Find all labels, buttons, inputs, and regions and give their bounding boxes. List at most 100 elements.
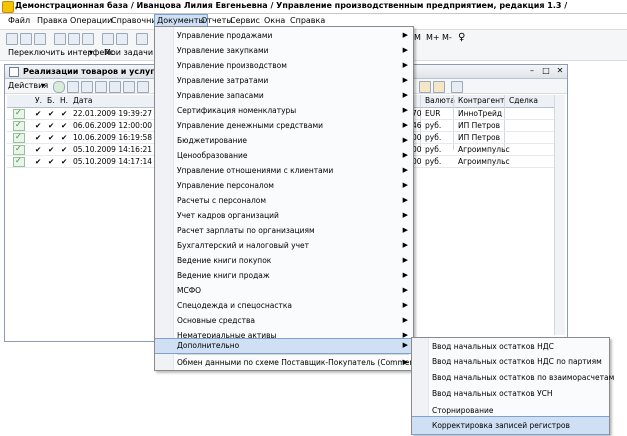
check-icon: ✔ [61, 133, 68, 142]
menu-item-commerceml[interactable]: Обмен данными по схеме Поставщик-Покупат… [155, 356, 435, 370]
menu-item-additional[interactable]: Дополнительно ▶ [155, 338, 413, 354]
mem-plus-button[interactable]: M+ [426, 33, 440, 42]
filter-icon[interactable] [137, 81, 149, 93]
submenu-item-register-correction[interactable]: Корректировка записей регистров [412, 416, 609, 435]
check-icon: ✔ [61, 157, 68, 166]
menu-help[interactable]: Справка [290, 16, 325, 25]
submenu-item-usn[interactable]: Ввод начальных остатков УСН [412, 385, 609, 402]
posted-icon [13, 132, 25, 143]
menu-operations[interactable]: Операции [70, 16, 112, 25]
delete-icon[interactable] [95, 81, 107, 93]
row-date: 05.10.2009 14:16:21 [73, 145, 153, 154]
submenu-item-settlements[interactable]: Ввод начальных остатков по взаиморасчета… [412, 369, 614, 386]
menu-item-cash[interactable]: Управление денежными средствами ▶ [155, 119, 413, 133]
mem-minus-button[interactable]: M- [442, 33, 452, 42]
tips-icon[interactable]: ♀ [458, 32, 465, 43]
switch-interface-button[interactable]: Переключить интерфейс [8, 48, 114, 57]
check-icon: ✔ [48, 145, 55, 154]
add-icon[interactable] [53, 81, 65, 93]
switch-interface-chevron-icon[interactable]: ▾ [89, 48, 93, 57]
menu-item-hr[interactable]: Управление персоналом ▶ [155, 179, 413, 193]
menu-item-label: Расчеты с персоналом [177, 196, 267, 205]
col-date[interactable]: Дата [73, 96, 92, 105]
check-icon: ✔ [48, 157, 55, 166]
copy-icon[interactable] [68, 33, 80, 45]
menu-item-label: Учет кадров организаций [177, 211, 279, 220]
col-posted[interactable]: У. [35, 96, 42, 105]
menu-item-crm[interactable]: Управление отношениями с клиентами ▶ [155, 164, 413, 178]
menu-item-label: МСФО [177, 286, 202, 295]
menu-file[interactable]: Файл [8, 16, 30, 25]
mem-button[interactable]: M [414, 33, 421, 42]
menu-item-sales[interactable]: Управление продажами ▶ [155, 29, 413, 43]
print-icon[interactable] [102, 33, 114, 45]
col-accounting[interactable]: Б. [47, 96, 55, 105]
link-icon[interactable] [123, 81, 135, 93]
close-icon[interactable]: ✕ [555, 66, 565, 76]
paste-icon[interactable] [82, 33, 94, 45]
preview-icon[interactable] [116, 33, 128, 45]
submenu-arrow-icon: ▶ [402, 91, 408, 99]
submenu-arrow-icon: ▶ [402, 76, 408, 84]
check-icon: ✔ [48, 121, 55, 130]
menu-item-budgeting[interactable]: Бюджетирование ▶ [155, 134, 413, 148]
menu-item-sales-book[interactable]: Ведение книги продаж ▶ [155, 269, 413, 283]
menu-item-label: Управление денежными средствами [177, 121, 323, 130]
row-date: 05.10.2009 14:17:14 [73, 157, 153, 166]
menu-item-fixed-assets[interactable]: Основные средства ▶ [155, 314, 413, 328]
submenu-arrow-icon: ▶ [402, 196, 408, 204]
menu-item-workwear[interactable]: Спецодежда и спецоснастка ▶ [155, 299, 413, 313]
post-icon[interactable] [109, 81, 121, 93]
submenu-arrow-icon: ▶ [402, 211, 408, 219]
col-tax[interactable]: Н. [60, 96, 68, 105]
cut-icon[interactable] [54, 33, 66, 45]
menu-item-label: Управление запасами [177, 91, 264, 100]
copy-row-icon[interactable] [67, 81, 79, 93]
menu-reports[interactable]: Отчеты [201, 16, 233, 25]
menu-item-accounting[interactable]: Бухгалтерский и налоговый учет ▶ [155, 239, 413, 253]
sort-desc-icon[interactable] [433, 81, 445, 93]
maximize-icon[interactable]: □ [541, 66, 551, 76]
check-icon: ✔ [35, 133, 42, 142]
submenu-arrow-icon: ▶ [402, 181, 408, 189]
document-window-title: Реализации товаров и услуг [23, 67, 155, 76]
edit-icon[interactable] [81, 81, 93, 93]
submenu-arrow-icon: ▶ [402, 151, 408, 159]
check-icon: ✔ [35, 121, 42, 130]
actions-chevron-icon[interactable]: ▾ [41, 81, 45, 90]
menu-item-label: Ценообразование [177, 151, 248, 160]
col-deal[interactable]: Сделка [509, 96, 538, 105]
sort-asc-icon[interactable] [419, 81, 431, 93]
submenu-item-vat-by-lots[interactable]: Ввод начальных остатков НДС по партиям [412, 353, 609, 370]
row-counterparty: Агроимпульс [458, 157, 510, 166]
menu-item-costs[interactable]: Управление затратами ▶ [155, 74, 413, 88]
menu-item-label: Управление персоналом [177, 181, 274, 190]
menu-item-payroll-staff[interactable]: Расчеты с персоналом ▶ [155, 194, 413, 208]
menu-edit[interactable]: Правка [37, 16, 67, 25]
back-icon[interactable] [136, 33, 148, 45]
menu-item-certification[interactable]: Сертификация номенклатуры ▶ [155, 104, 413, 118]
row-counterparty: ИП Петров [458, 121, 501, 130]
menu-item-purchase-book[interactable]: Ведение книги покупок ▶ [155, 254, 413, 268]
col-currency[interactable]: Валюта [425, 96, 455, 105]
menu-item-label: Управление закупками [177, 46, 269, 55]
menu-item-purchases[interactable]: Управление закупками ▶ [155, 44, 413, 58]
menu-item-payroll-org[interactable]: Расчет зарплаты по организациям ▶ [155, 224, 413, 238]
save-icon[interactable] [34, 33, 46, 45]
vertical-scrollbar[interactable] [554, 95, 565, 335]
menu-windows[interactable]: Окна [264, 16, 285, 25]
submenu-item-label: Ввод начальных остатков НДС [432, 342, 554, 351]
new-icon[interactable] [6, 33, 18, 45]
menu-item-production[interactable]: Управление производством ▶ [155, 59, 413, 73]
menu-item-ifrs[interactable]: МСФО ▶ [155, 284, 413, 298]
minimize-icon[interactable]: – [527, 66, 537, 76]
menu-item-hr-org[interactable]: Учет кадров организаций ▶ [155, 209, 413, 223]
open-icon[interactable] [20, 33, 32, 45]
menu-service[interactable]: Сервис [230, 16, 260, 25]
col-counterparty[interactable]: Контрагент [458, 96, 504, 105]
menu-item-pricing[interactable]: Ценообразование ▶ [155, 149, 413, 163]
report-icon[interactable] [451, 81, 463, 93]
menu-item-inventory[interactable]: Управление запасами ▶ [155, 89, 413, 103]
my-tasks-button[interactable]: Мои задачи [104, 48, 153, 57]
submenu-arrow-icon: ▶ [402, 316, 408, 324]
